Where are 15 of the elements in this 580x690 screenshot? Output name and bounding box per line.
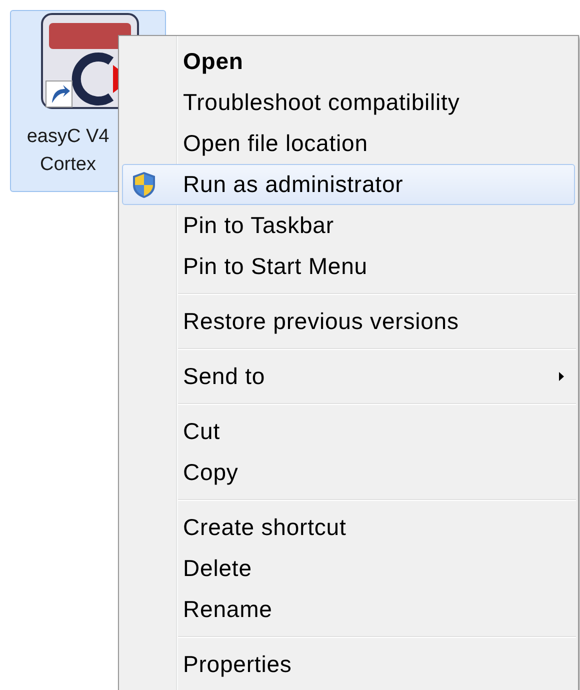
menu-item[interactable]: Copy	[122, 452, 575, 493]
menu-item[interactable]: Properties	[122, 644, 575, 685]
shield-icon	[131, 171, 157, 199]
menu-item[interactable]: Run as administrator	[122, 164, 575, 205]
menu-item[interactable]: Pin to Taskbar	[122, 205, 575, 246]
menu-item[interactable]: Create shortcut	[122, 507, 575, 548]
menu-item[interactable]: Restore previous versions	[122, 301, 575, 342]
shortcut-label: Cortex	[40, 153, 96, 177]
menu-item[interactable]: Send to	[122, 356, 575, 397]
shortcut-label: easyC V4	[26, 125, 110, 149]
menu-item[interactable]: Pin to Start Menu	[122, 246, 575, 287]
submenu-arrow-icon	[559, 372, 564, 381]
menu-item[interactable]: Rename	[122, 589, 575, 630]
menu-item[interactable]: Delete	[122, 548, 575, 589]
menu-item[interactable]: Cut	[122, 411, 575, 452]
